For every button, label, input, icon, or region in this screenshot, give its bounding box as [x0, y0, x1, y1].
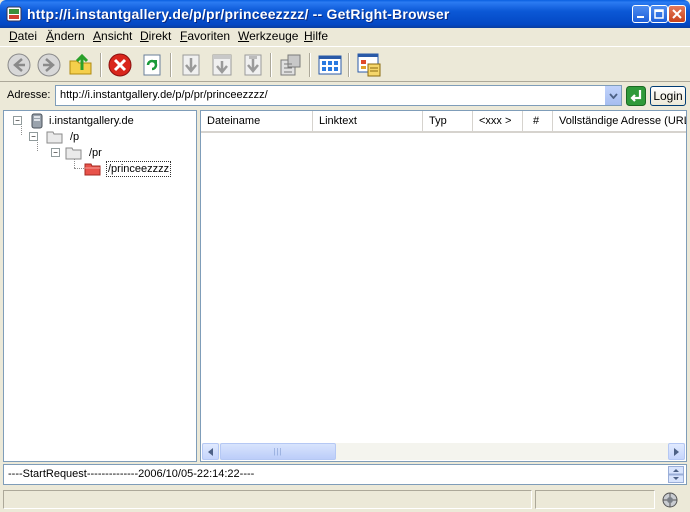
menu-aendern[interactable]: Ändern [46, 28, 85, 45]
status-panel-secondary [535, 490, 655, 509]
tree-node-princeezzzz[interactable]: /princeezzzz [84, 161, 194, 177]
forward-button[interactable] [34, 50, 64, 80]
download-all-button[interactable] [207, 50, 237, 80]
stop-icon [108, 53, 132, 77]
scroll-right-button[interactable] [668, 443, 685, 460]
maximize-button[interactable] [650, 5, 668, 23]
arrow-right-icon [674, 447, 679, 456]
address-value: http://i.instantgallery.de/p/p/pr/prince… [60, 89, 268, 101]
tree-node-label: /princeezzzz [106, 161, 172, 177]
address-label: Adresse: [7, 89, 51, 101]
download-all-icon [212, 54, 232, 76]
scroll-left-button[interactable] [202, 443, 219, 460]
maximize-icon [654, 9, 664, 19]
server-icon [31, 113, 43, 129]
forward-icon [37, 53, 61, 77]
collapse-icon[interactable]: − [29, 132, 38, 141]
address-dropdown-button[interactable] [604, 86, 621, 105]
refresh-button[interactable] [137, 50, 167, 80]
folder-up-icon [69, 53, 92, 75]
status-bar [0, 487, 690, 512]
column-header-url[interactable]: Vollständige Adresse (URL [553, 111, 686, 131]
site-icon [280, 54, 301, 76]
log-panel: ----StartRequest--------------2006/10/05… [3, 464, 687, 485]
close-icon [672, 9, 682, 19]
menu-datei[interactable]: Datei [9, 28, 37, 45]
menu-werkzeuge[interactable]: Werkzeuge [238, 28, 298, 45]
tree-node-label: /pr [89, 147, 102, 159]
back-icon [7, 53, 31, 77]
tree-node-pr[interactable]: − /pr [51, 145, 191, 161]
site-button[interactable] [276, 50, 306, 80]
settings-button[interactable] [354, 50, 384, 80]
address-bar: Adresse: http://i.instantgallery.de/p/p/… [0, 83, 690, 108]
view-button[interactable] [315, 50, 345, 80]
log-spin-button[interactable] [668, 466, 684, 483]
log-text: ----StartRequest--------------2006/10/05… [8, 468, 255, 480]
column-header-xxx[interactable]: <xxx > [473, 111, 523, 131]
tree-node-label: i.instantgallery.de [49, 115, 134, 127]
menu-bar: Datei Ändern Ansicht Direkt Favoriten We… [0, 28, 690, 46]
refresh-icon [143, 54, 161, 76]
status-panel-main [3, 490, 532, 509]
network-icon [662, 492, 678, 508]
collapse-icon[interactable]: − [51, 148, 60, 157]
folder-icon [46, 131, 63, 144]
tree-node-p[interactable]: − /p [29, 129, 189, 145]
column-header-dateiname[interactable]: Dateiname [201, 111, 313, 131]
stop-button[interactable] [105, 50, 135, 80]
toolbar [0, 46, 690, 82]
address-input[interactable]: http://i.instantgallery.de/p/p/pr/prince… [55, 85, 622, 106]
download-button[interactable] [176, 50, 206, 80]
title-bar: http://i.instantgallery.de/p/pr/princeez… [0, 0, 690, 28]
menu-favoriten[interactable]: Favoriten [180, 28, 230, 45]
minimize-icon [637, 16, 644, 18]
column-header-typ[interactable]: Typ [423, 111, 473, 131]
download-icon [182, 54, 200, 76]
column-header-linktext[interactable]: Linktext [313, 111, 423, 131]
collapse-icon[interactable]: − [13, 116, 22, 125]
close-button[interactable] [668, 5, 686, 23]
back-button[interactable] [4, 50, 34, 80]
file-list[interactable]: Dateiname Linktext Typ <xxx > # Vollstän… [200, 110, 687, 462]
download-selected-icon [244, 54, 262, 76]
login-button[interactable]: Login [650, 86, 686, 106]
download-selected-button[interactable] [238, 50, 268, 80]
folder-tree[interactable]: − i.instantgallery.de − /p − /pr /prince… [3, 110, 197, 462]
window-title: http://i.instantgallery.de/p/pr/princeez… [27, 6, 450, 22]
view-icon [318, 55, 342, 75]
settings-icon [357, 53, 381, 77]
horizontal-scrollbar[interactable]: ||| [202, 443, 685, 460]
folder-up-button[interactable] [66, 50, 96, 80]
folder-icon [65, 147, 82, 160]
column-header-row: Dateiname Linktext Typ <xxx > # Vollstän… [201, 111, 686, 133]
scroll-thumb[interactable]: ||| [220, 443, 336, 460]
menu-hilfe[interactable]: Hilfe [304, 28, 328, 45]
app-icon [6, 6, 22, 22]
minimize-button[interactable] [632, 5, 650, 23]
folder-open-icon [84, 163, 101, 176]
chevron-down-icon [608, 92, 618, 99]
menu-direkt[interactable]: Direkt [140, 28, 171, 45]
arrow-left-icon [208, 447, 213, 456]
menu-ansicht[interactable]: Ansicht [93, 28, 132, 45]
tree-node-root[interactable]: − i.instantgallery.de [12, 113, 192, 129]
go-button[interactable] [626, 86, 646, 106]
tree-node-label: /p [70, 131, 80, 143]
column-header-count[interactable]: # [523, 111, 553, 131]
